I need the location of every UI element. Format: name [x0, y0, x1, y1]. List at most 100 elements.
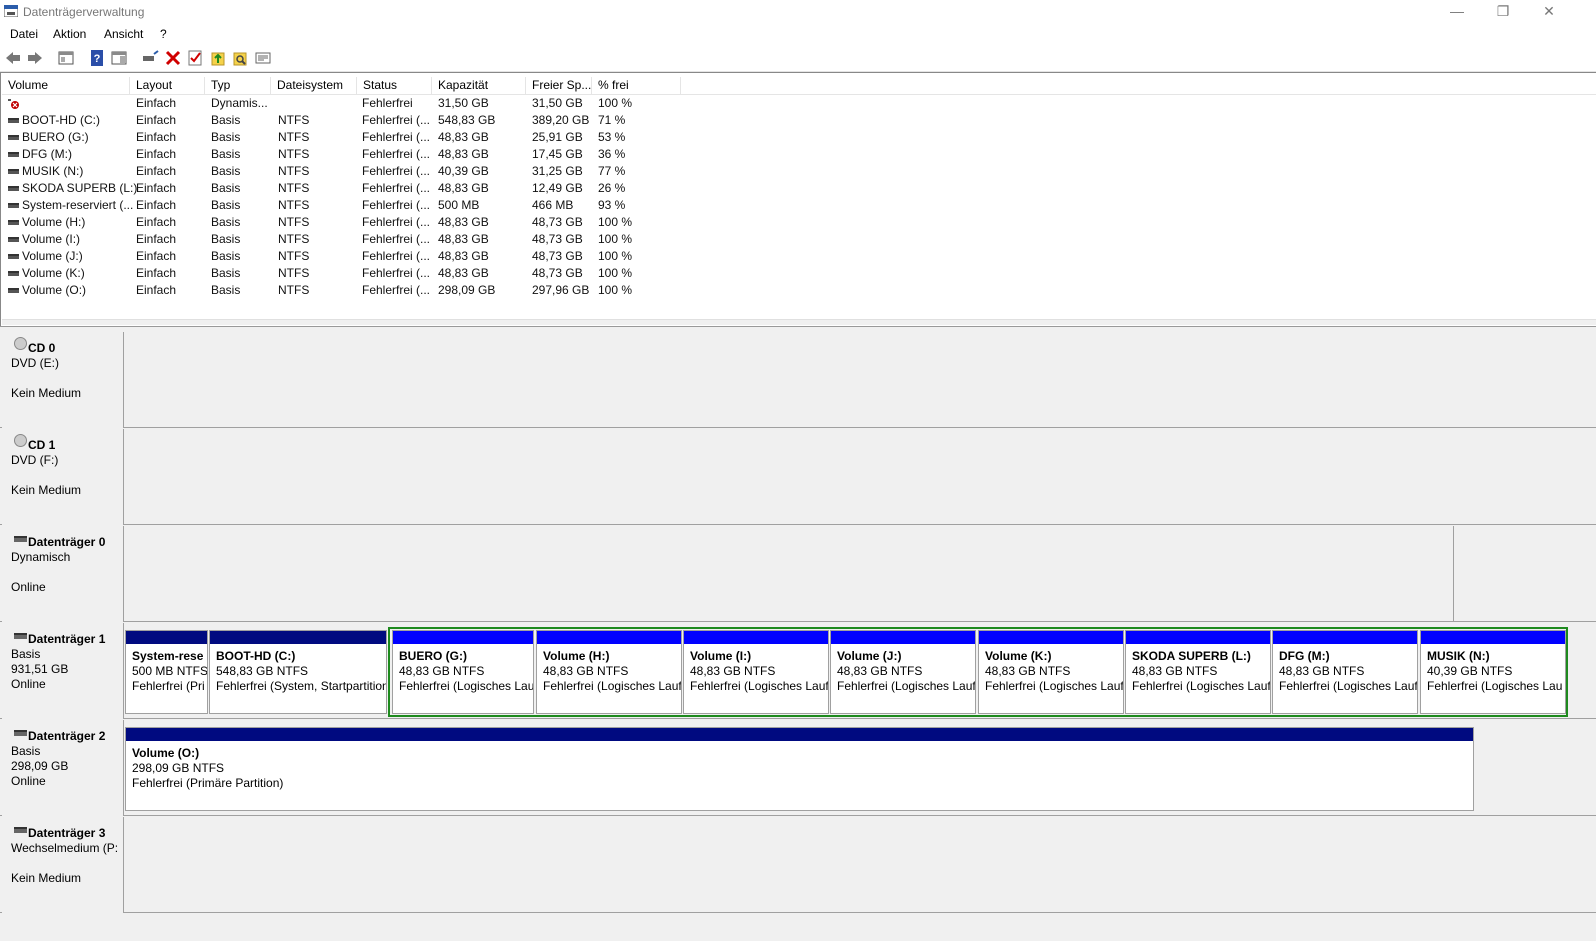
menu-help[interactable]: ? — [160, 27, 167, 41]
cell-typ: Basis — [211, 181, 241, 195]
partition-block[interactable]: BUERO (G:) 48,83 GB NTFS Fehlerfrei (Logis… — [392, 630, 534, 714]
toolbar: ? — [0, 45, 1596, 72]
table-row[interactable]: Volume (J:) Einfach Basis NTFS Fehlerfrei (.… — [2, 248, 652, 265]
close-button[interactable]: ✕ — [1526, 0, 1572, 24]
cell-cap: 48,83 GB — [438, 130, 489, 144]
cell-status: Fehlerfrei (... — [362, 266, 431, 280]
cell-fs: NTFS — [278, 198, 310, 212]
partition-block[interactable]: Volume (J:) 48,83 GB NTFS Fehlerfrei (Logi… — [830, 630, 976, 714]
search-folder-icon[interactable] — [231, 49, 249, 67]
import-folder-icon[interactable] — [209, 49, 227, 67]
disk-status: Kein Medium — [11, 386, 82, 400]
disk-name: Datenträger 1 — [28, 632, 106, 646]
checklist-icon[interactable] — [186, 49, 204, 67]
partition-block[interactable]: MUSIK (N:) 40,39 GB NTFS Fehlerfrei (Logis… — [1420, 630, 1566, 714]
cell-status: Fehlerfrei (... — [362, 215, 431, 229]
cell-typ: Basis — [211, 198, 241, 212]
column-typ[interactable]: Typ — [205, 77, 271, 95]
column-volume[interactable]: Volume — [2, 77, 130, 95]
disk-label[interactable]: Datenträger 2 Basis 298,09 GB Online — [2, 720, 124, 816]
help-book-icon[interactable]: ? — [88, 49, 106, 67]
cell-free: 48,73 GB — [532, 215, 583, 229]
disk-label[interactable]: Datenträger 0 Dynamisch Online — [2, 526, 124, 622]
partition-status: Fehlerfrei (Logisches Lauf — [985, 679, 1124, 693]
table-row[interactable]: Volume (K:) Einfach Basis NTFS Fehlerfrei (.… — [2, 265, 652, 282]
cell-status: Fehlerfrei — [362, 96, 413, 110]
cell-status: Fehlerfrei (... — [362, 113, 431, 127]
partition-block[interactable]: Volume (O:) 298,09 GB NTFS Fehlerfrei (Pri… — [125, 727, 1474, 811]
table-row[interactable]: MUSIK (N:) Einfach Basis NTFS Fehlerfrei (..… — [2, 163, 652, 180]
cell-pct: 100 % — [598, 215, 633, 229]
table-row[interactable]: Einfach Dynamis... Fehlerfrei 31,50 GB 31,50… — [2, 95, 652, 112]
column-dateisystem[interactable]: Dateisystem — [271, 77, 357, 95]
partition-block[interactable]: DFG (M:) 48,83 GB NTFS Fehlerfrei (Logisch… — [1272, 630, 1418, 714]
cell-cap: 500 MB — [438, 198, 480, 212]
table-row[interactable]: Volume (I:) Einfach Basis NTFS Fehlerfrei (.… — [2, 231, 652, 248]
cd-drive-icon — [14, 434, 27, 447]
partition-block[interactable]: Volume (I:) 48,83 GB NTFS Fehlerfrei (Logi… — [683, 630, 829, 714]
column-prozent-frei[interactable]: % frei — [592, 77, 681, 95]
delete-x-icon[interactable] — [164, 49, 182, 67]
forward-arrow-icon[interactable] — [26, 49, 44, 67]
cell-layout: Einfach — [136, 130, 177, 144]
partition-block[interactable]: Volume (K:) 48,83 GB NTFS Fehlerfrei (Logi… — [978, 630, 1124, 714]
partition-color-bar — [537, 631, 681, 644]
disk-label[interactable]: Datenträger 1 Basis 931,51 GB Online — [2, 623, 124, 719]
table-row[interactable]: DFG (M:) Einfach Basis NTFS Fehlerfrei (... 4… — [2, 146, 652, 163]
connect-drive-icon[interactable] — [141, 49, 159, 67]
partition-status: Fehlerfrei (Logisches Lauf — [1132, 679, 1271, 693]
cell-free: 48,73 GB — [532, 232, 583, 246]
settings-list-icon[interactable] — [254, 49, 272, 67]
partition-color-bar — [1421, 631, 1565, 644]
cell-name: MUSIK (N:) — [22, 164, 84, 178]
cell-free: 12,49 GB — [532, 181, 583, 195]
cell-typ: Basis — [211, 164, 241, 178]
table-row[interactable]: SKODA SUPERB (L:) Einfach Basis NTFS Fehlerf… — [2, 180, 652, 197]
horizontal-scrollbar[interactable] — [2, 319, 1596, 325]
table-row[interactable]: Volume (H:) Einfach Basis NTFS Fehlerfrei (.… — [2, 214, 652, 231]
partition-block[interactable]: SKODA SUPERB (L:) 48,83 GB NTFS Fehlerfrei… — [1125, 630, 1271, 714]
partition-size: 48,83 GB NTFS — [543, 664, 629, 678]
cell-cap: 40,39 GB — [438, 164, 489, 178]
column-kapazitaet[interactable]: Kapazität — [432, 77, 526, 95]
cell-fs: NTFS — [278, 181, 310, 195]
table-row[interactable]: Volume (O:) Einfach Basis NTFS Fehlerfrei (.… — [2, 282, 652, 299]
cell-name: BOOT-HD (C:) — [22, 113, 100, 127]
minimize-button[interactable]: — — [1434, 0, 1480, 24]
disk-label[interactable]: Datenträger 3 Wechselmedium (P: Kein Mediu… — [2, 817, 124, 913]
back-arrow-icon[interactable] — [4, 49, 22, 67]
drive-icon — [8, 186, 19, 191]
partition-block[interactable]: BOOT-HD (C:) 548,83 GB NTFS Fehlerfrei (Sy… — [209, 630, 387, 714]
maximize-button[interactable]: ❐ — [1480, 0, 1526, 24]
cell-status: Fehlerfrei (... — [362, 130, 431, 144]
table-row[interactable]: BOOT-HD (C:) Einfach Basis NTFS Fehlerfrei (… — [2, 112, 652, 129]
column-layout[interactable]: Layout — [130, 77, 205, 95]
drive-icon — [8, 288, 19, 293]
table-row[interactable]: BUERO (G:) Einfach Basis NTFS Fehlerfrei (..… — [2, 129, 652, 146]
partition-size: 548,83 GB NTFS — [216, 664, 309, 678]
menu-aktion[interactable]: Aktion — [53, 27, 86, 41]
cell-name: DFG (M:) — [22, 147, 72, 161]
cell-name: Volume (K:) — [22, 266, 85, 280]
cell-name: BUERO (G:) — [22, 130, 89, 144]
cell-typ: Basis — [211, 249, 241, 263]
partition-size: 298,09 GB NTFS — [132, 761, 225, 775]
console-tree-icon[interactable] — [57, 49, 75, 67]
partition-block[interactable]: Volume (H:) 48,83 GB NTFS Fehlerfrei (Logi… — [536, 630, 682, 714]
table-row[interactable]: System-reserviert (... Einfach Basis NTFS Fe… — [2, 197, 652, 214]
column-status[interactable]: Status — [357, 77, 432, 95]
disk-area: Volume (O:) 298,09 GB NTFS Fehlerfrei (Pri… — [125, 720, 1480, 815]
partition-color-bar — [1126, 631, 1270, 644]
menu-datei[interactable]: Datei — [10, 27, 38, 41]
disk-label[interactable]: CD 1 DVD (F:) Kein Medium — [2, 429, 124, 525]
menu-ansicht[interactable]: Ansicht — [104, 27, 143, 41]
cell-pct: 93 % — [598, 198, 626, 212]
column-header: Volume Layout Typ Dateisystem Status Kap… — [2, 77, 1596, 95]
drive-icon — [8, 271, 19, 276]
cell-typ: Basis — [211, 113, 241, 127]
properties-panel-icon[interactable] — [110, 49, 128, 67]
cell-name: Volume (J:) — [22, 249, 83, 263]
partition-block[interactable]: System-rese 500 MB NTFS Fehlerfrei (Pri — [125, 630, 208, 714]
disk-label[interactable]: CD 0 DVD (E:) Kein Medium — [2, 332, 124, 428]
column-freier-speicher[interactable]: Freier Sp... — [526, 77, 592, 95]
